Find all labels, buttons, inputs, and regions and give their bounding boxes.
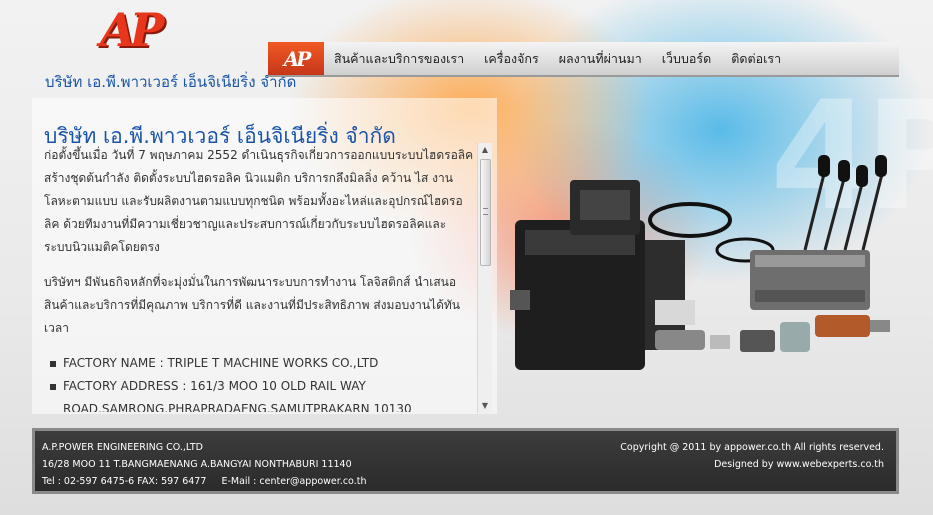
list-item: FACTORY NAME : TRIPLE T MACHINE WORKS CO… xyxy=(50,352,474,375)
vertical-scrollbar[interactable]: ▲ ▼ xyxy=(477,143,492,413)
hydraulic-products-image xyxy=(510,155,890,370)
footer-company-info: A.P.POWER ENGINEERING CO.,LTD 16/28 MOO … xyxy=(42,439,378,490)
company-name-header: บริษัท เอ.พี.พาวเวอร์ เอ็นจิเนียริ่ง จำก… xyxy=(45,73,297,91)
footer-copyright: Copyright @ 2011 by appower.co.th All ri… xyxy=(620,442,884,453)
content-scroll-area[interactable]: ก่อตั้งขึ้นเมื่อ วันที่ 7 พฤษภาคม 2552 ด… xyxy=(44,144,474,412)
scroll-thumb[interactable] xyxy=(480,159,491,266)
scroll-down-arrow-icon[interactable]: ▼ xyxy=(478,399,492,413)
page-footer: A.P.POWER ENGINEERING CO.,LTD 16/28 MOO … xyxy=(32,428,899,494)
nav-item-contact[interactable]: ติดต่อเรา xyxy=(721,49,791,69)
main-navigation: AP สินค้าและบริการของเรา เครื่องจักร ผลง… xyxy=(268,42,899,77)
list-item: FACTORY ADDRESS : 161/3 MOO 10 OLD RAIL … xyxy=(50,375,474,412)
intro-paragraph: ก่อตั้งขึ้นเมื่อ วันที่ 7 พฤษภาคม 2552 ด… xyxy=(44,148,474,254)
nav-logo[interactable]: AP xyxy=(268,42,324,75)
mission-paragraph: บริษัทฯ มีพันธกิจหลักที่จะมุ่งมั่นในการพ… xyxy=(44,275,460,335)
footer-phone: Tel : 02-597 6475-6 FAX: 597 6477 xyxy=(42,476,207,487)
logo-text: AP xyxy=(100,3,164,57)
footer-contact: Tel : 02-597 6475-6 FAX: 597 6477 E-Mail… xyxy=(42,473,378,490)
footer-credits: Copyright @ 2011 by appower.co.th All ri… xyxy=(620,439,884,473)
footer-email[interactable]: E-Mail : center@appower.co.th xyxy=(221,476,366,487)
nav-item-products-services[interactable]: สินค้าและบริการของเรา xyxy=(324,49,474,69)
nav-item-machines[interactable]: เครื่องจักร xyxy=(474,49,549,69)
footer-company-name: A.P.POWER ENGINEERING CO.,LTD xyxy=(42,442,203,453)
scroll-up-arrow-icon[interactable]: ▲ xyxy=(478,143,492,157)
nav-item-webboard[interactable]: เว็บบอร์ด xyxy=(652,49,722,69)
factory-info-list: FACTORY NAME : TRIPLE T MACHINE WORKS CO… xyxy=(44,352,474,412)
site-logo[interactable]: AP xyxy=(100,6,192,54)
footer-designed-by[interactable]: Designed by www.webexperts.co.th xyxy=(620,456,884,473)
footer-address: 16/28 MOO 11 T.BANGMAENANG A.BANGYAI NON… xyxy=(42,459,352,470)
nav-item-past-works[interactable]: ผลงานที่ผ่านมา xyxy=(549,49,652,69)
